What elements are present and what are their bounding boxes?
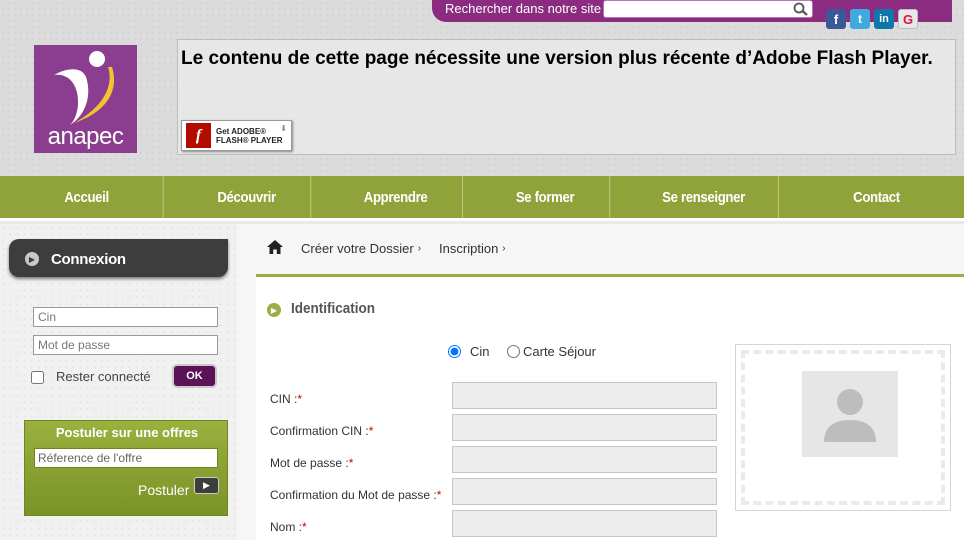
flash-message: Le contenu de cette page nécessite une v… (181, 48, 933, 69)
login-tab: ▶ Connexion (9, 239, 228, 277)
required-mark: * (368, 424, 374, 438)
section-title: Identification (291, 300, 376, 317)
search-input[interactable] (603, 0, 813, 18)
radio-cin[interactable] (448, 345, 461, 358)
apply-offer-title: Postuler sur une offres (55, 425, 199, 440)
avatar-placeholder-icon (802, 371, 898, 457)
cin-field[interactable] (452, 382, 717, 409)
flash-badge-line1: Get ADOBE® (216, 126, 267, 136)
nom-label-text: Nom : (270, 520, 303, 534)
login-cin-input[interactable] (33, 307, 218, 327)
login-title: Connexion (51, 251, 126, 268)
radio-carte-sejour[interactable] (507, 345, 520, 358)
nav-apprendre[interactable]: Apprendre (329, 176, 463, 218)
required-mark: * (348, 456, 354, 470)
chevron-right-icon: ▶ (25, 252, 39, 266)
nav-contact[interactable]: Contact (800, 176, 954, 218)
breadcrumb-inscription[interactable]: Inscription (439, 241, 498, 256)
offer-reference-input[interactable] (34, 448, 218, 468)
confirm-password-field[interactable] (452, 478, 717, 505)
search-icon[interactable] (790, 1, 812, 17)
social-links: f t in G (826, 9, 918, 29)
breadcrumb-separator: › (502, 243, 506, 254)
main-nav: Accueil Découvrir Apprendre Se former Se… (0, 176, 964, 221)
nav-se-renseigner[interactable]: Se renseigner (629, 176, 779, 218)
search-label: Rechercher dans notre site (445, 1, 602, 16)
home-icon[interactable] (267, 240, 283, 257)
required-mark: * (302, 520, 307, 534)
cin-label: CIN :* (270, 392, 302, 406)
main-content: Créer votre Dossier › Inscription › ▶ Id… (237, 224, 964, 540)
nav-se-former[interactable]: Se former (481, 176, 611, 218)
breadcrumb-separator: › (417, 243, 422, 254)
linkedin-icon[interactable]: in (874, 9, 894, 29)
password-label: Mot de passe :* (270, 456, 353, 470)
chevron-right-icon: ▶ (267, 303, 281, 317)
remember-me-checkbox[interactable] (31, 371, 44, 384)
confirm-cin-label-text: Confirmation CIN : (270, 424, 369, 438)
facebook-icon[interactable]: f (826, 9, 846, 29)
nav-decouvrir[interactable]: Découvrir (183, 176, 312, 218)
site-header: Rechercher dans notre site f t in G anap… (0, 0, 964, 176)
google-plus-icon[interactable]: G (898, 9, 918, 29)
sidebar: ▶ Connexion Rester connecté OK Postuler … (0, 224, 237, 540)
confirm-cin-label: Confirmation CIN :* (270, 424, 373, 438)
get-flash-player-button[interactable]: f Get ADOBE® FLASH® PLAYER ⬇ (181, 120, 292, 151)
required-mark: * (297, 392, 303, 406)
postuler-button[interactable]: ▶ (194, 477, 219, 494)
breadcrumb-creer-dossier[interactable]: Créer votre Dossier (301, 241, 414, 256)
nom-field[interactable] (452, 510, 717, 537)
breadcrumb: Créer votre Dossier › Inscription › (267, 240, 506, 257)
flash-badge-text: Get ADOBE® FLASH® PLAYER (216, 127, 283, 145)
twitter-icon[interactable]: t (850, 9, 870, 29)
flash-logo-icon: f (186, 123, 211, 148)
required-mark: * (436, 488, 442, 502)
password-field[interactable] (452, 446, 717, 473)
registration-form: ▶ Identification Cin Carte Séjour CIN :*… (256, 277, 964, 540)
remember-me-label: Rester connecté (56, 369, 151, 384)
confirm-cin-field[interactable] (452, 414, 717, 441)
chevron-right-icon: ▶ (203, 480, 210, 490)
password-label-text: Mot de passe : (270, 456, 349, 470)
apply-offer-box: Postuler sur une offres Postuler ▶ (24, 420, 228, 516)
radio-cin-label: Cin (470, 344, 490, 359)
logo-text: anapec (47, 123, 124, 150)
login-password-input[interactable] (33, 335, 218, 355)
photo-placeholder (741, 350, 945, 505)
nom-label: Nom :* (270, 520, 307, 534)
flash-badge-line2: FLASH® PLAYER (216, 135, 283, 145)
confirm-password-label: Confirmation du Mot de passe :* (270, 488, 441, 502)
radio-carte-sejour-label: Carte Séjour (523, 344, 596, 359)
anapec-logo[interactable]: anapec (34, 45, 137, 153)
logo-figure-icon (54, 51, 115, 125)
postuler-label: Postuler (138, 482, 190, 498)
login-ok-button[interactable]: OK (172, 364, 217, 388)
flash-notice: Le contenu de cette page nécessite une v… (177, 39, 956, 155)
download-arrow-icon: ⬇ (280, 124, 287, 133)
photo-upload[interactable] (735, 344, 951, 511)
nav-accueil[interactable]: Accueil (10, 176, 164, 218)
confirm-password-label-text: Confirmation du Mot de passe : (270, 488, 437, 502)
cin-label-text: CIN : (270, 392, 298, 406)
